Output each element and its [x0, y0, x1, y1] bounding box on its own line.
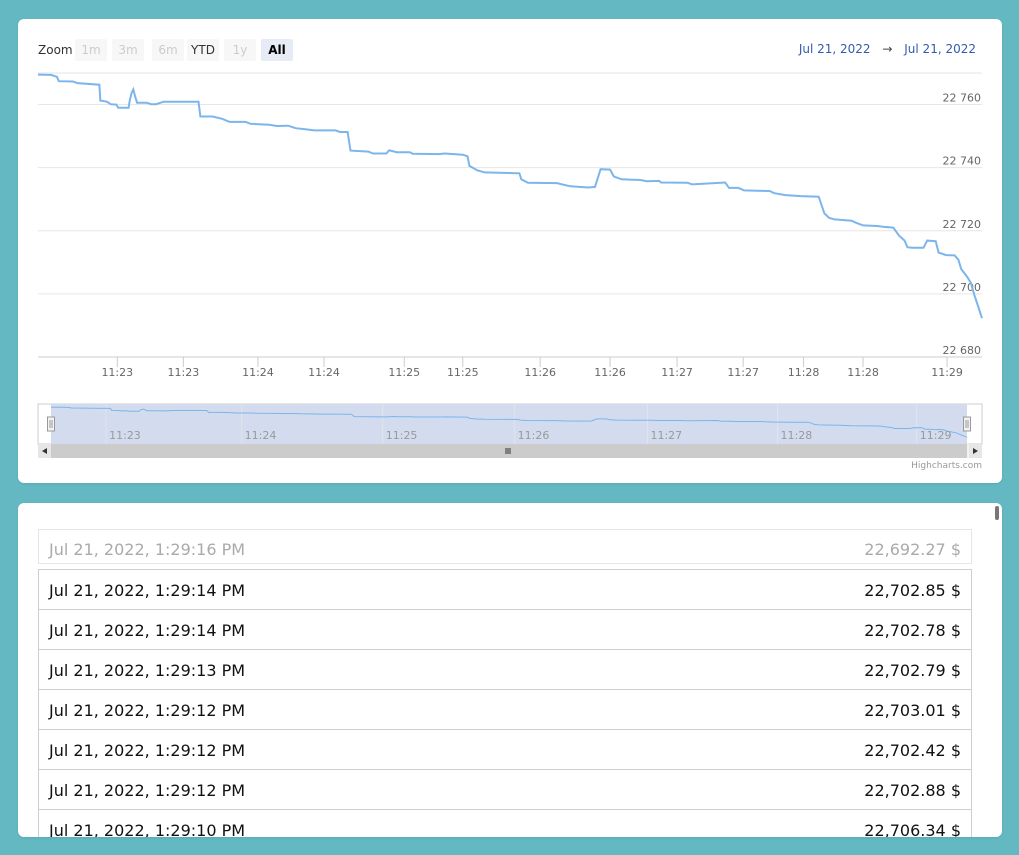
scrollbar-thumb[interactable] [51, 444, 967, 458]
trade-timestamp: Jul 21, 2022, 1:29:10 PM [49, 821, 246, 837]
trade-price: 22,702.79 $ [864, 661, 961, 680]
trade-row: Jul 21, 2022, 1:29:12 PM 22,702.88 $ [38, 770, 972, 810]
y-tick-label: 22 700 [943, 281, 982, 294]
navigator-x-label: 11:26 [518, 429, 550, 442]
x-tick-label: 11:24 [308, 366, 340, 379]
navigator-x-label: 11:24 [245, 429, 277, 442]
trade-price: 22,703.01 $ [864, 701, 961, 720]
trades-table: Jul 21, 2022, 1:29:16 PM 22,692.27 $ Jul 2… [38, 529, 972, 837]
y-tick-label: 22 680 [943, 344, 982, 357]
navigator-x-label: 11:29 [920, 429, 952, 442]
price-series-line [37, 73, 983, 319]
x-tick-label: 11:25 [447, 366, 479, 379]
navigator-x-label: 11:23 [109, 429, 141, 442]
x-tick-label: 11:26 [594, 366, 626, 379]
trade-timestamp: Jul 21, 2022, 1:29:16 PM [49, 540, 246, 559]
trade-price: 22,702.78 $ [864, 621, 961, 640]
trade-price: 22,702.42 $ [864, 741, 961, 760]
vertical-scrollbar-thumb[interactable] [995, 506, 999, 520]
x-tick-label: 11:23 [101, 366, 133, 379]
x-tick-label: 11:27 [727, 366, 759, 379]
trade-row: Jul 21, 2022, 1:29:13 PM 22,702.79 $ [38, 650, 972, 690]
x-tick-label: 11:28 [847, 366, 879, 379]
highcharts-credits[interactable]: Highcharts.com [911, 461, 982, 471]
navigator-left-handle[interactable] [47, 416, 55, 432]
trade-row: Jul 21, 2022, 1:29:12 PM 22,702.42 $ [38, 730, 972, 770]
trade-price: 22,702.85 $ [864, 581, 961, 600]
x-tick-label: 11:24 [242, 366, 274, 379]
trade-row: Jul 21, 2022, 1:29:12 PM 22,703.01 $ [38, 690, 972, 730]
trade-price: 22,702.88 $ [864, 781, 961, 800]
trade-row: Jul 21, 2022, 1:29:14 PM 22,702.85 $ [38, 569, 972, 610]
trade-row: Jul 21, 2022, 1:29:10 PM 22,706.34 $ [38, 810, 972, 837]
navigator-x-label: 11:25 [386, 429, 418, 442]
x-tick-label: 11:26 [524, 366, 556, 379]
line-chart: 22 68022 70022 72022 74022 760 11:23 11:2… [37, 72, 983, 458]
trade-timestamp: Jul 21, 2022, 1:29:14 PM [49, 621, 246, 640]
trade-row: Jul 21, 2022, 1:29:14 PM 22,702.78 $ [38, 610, 972, 650]
navigator-right-handle[interactable] [963, 416, 971, 432]
trade-price: 22,706.34 $ [864, 821, 961, 837]
y-tick-label: 22 740 [943, 155, 982, 168]
scrollbar[interactable] [38, 444, 982, 458]
trades-card: Jul 21, 2022, 1:29:16 PM 22,692.27 $ Jul 2… [18, 503, 1002, 837]
y-tick-label: 22 760 [943, 92, 982, 105]
trade-timestamp: Jul 21, 2022, 1:29:13 PM [49, 661, 246, 680]
trade-timestamp: Jul 21, 2022, 1:29:14 PM [49, 581, 246, 600]
grid-lines [38, 72, 982, 358]
x-tick-label: 11:28 [788, 366, 820, 379]
navigator-x-label: 11:27 [650, 429, 682, 442]
x-tick-label: 11:25 [388, 366, 420, 379]
y-tick-label: 22 720 [943, 218, 982, 231]
navigator: 11:23 11:24 11:25 11:26 11:27 11:28 11:29 [37, 403, 983, 445]
trade-timestamp: Jul 21, 2022, 1:29:12 PM [49, 741, 246, 760]
navigator-x-label: 11:28 [781, 429, 813, 442]
y-axis-labels: 22 680 22 700 22 720 22 740 22 760 [943, 92, 982, 357]
trade-timestamp: Jul 21, 2022, 1:29:12 PM [49, 701, 246, 720]
trade-timestamp: Jul 21, 2022, 1:29:12 PM [49, 781, 246, 800]
x-tick-label: 11:23 [168, 366, 200, 379]
trade-price: 22,692.27 $ [864, 540, 961, 559]
x-tick-label: 11:27 [661, 366, 693, 379]
price-chart-card: Zoom 1m 3m 6m YTD 1y All Jul 21, 2022 → Jul 2… [18, 19, 1002, 483]
trade-row: Jul 21, 2022, 1:29:16 PM 22,692.27 $ [38, 529, 972, 564]
x-axis-labels: 11:23 11:23 11:24 11:24 11:25 11:25 11:26 11:26… [101, 357, 963, 379]
x-tick-label: 11:29 [931, 366, 963, 379]
